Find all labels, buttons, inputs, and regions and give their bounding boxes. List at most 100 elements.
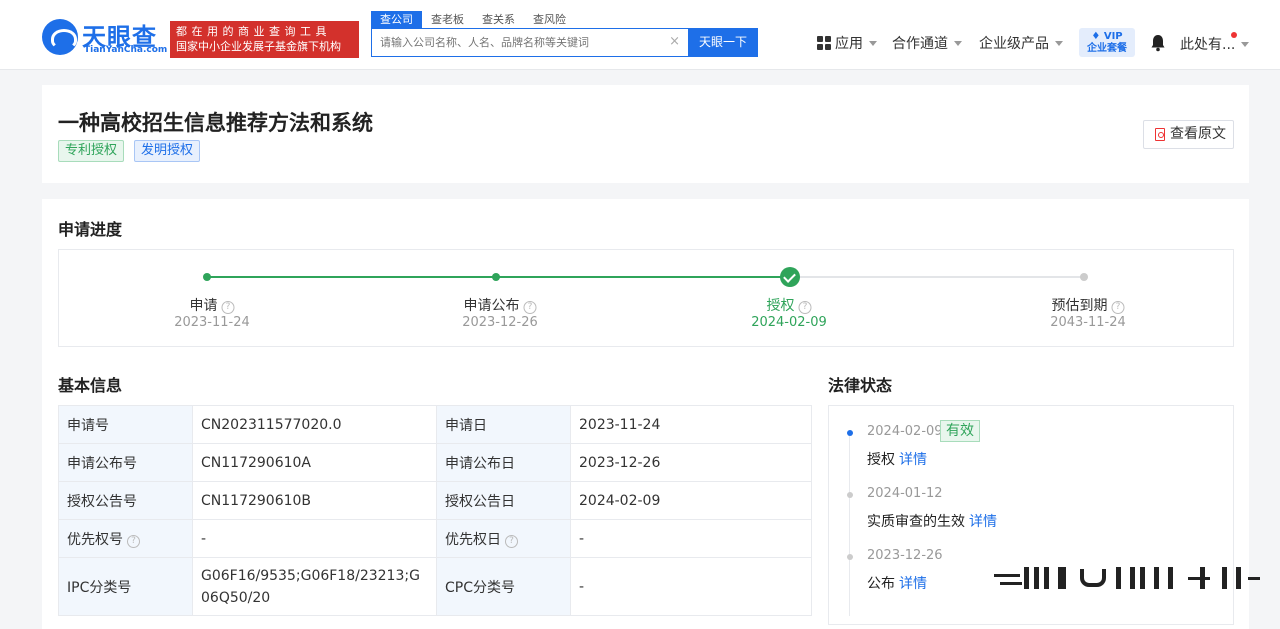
timeline-date: 2024-02-09 — [867, 424, 943, 439]
step-date-apply: 2023-11-24 — [174, 315, 250, 330]
detail-link[interactable]: 详情 — [899, 452, 927, 468]
step-dot-expire — [1080, 273, 1088, 281]
value-grant-no: CN117290610B — [192, 481, 437, 520]
detail-link[interactable]: 详情 — [899, 576, 927, 592]
progress-track-future — [790, 276, 1084, 278]
label-priority-no: 优先权号? — [58, 519, 193, 558]
help-icon[interactable]: ? — [505, 534, 518, 548]
value-grant-date: 2024-02-09 — [570, 481, 812, 520]
vip-package-label: 企业套餐 — [1087, 43, 1127, 54]
value-priority-date: - — [570, 519, 812, 558]
progress-stepper: 申请? 2023-11-24 申请公布? 2023-12-26 授权? 2024… — [58, 249, 1234, 347]
timeline-dot — [847, 492, 853, 498]
page-title: 一种高校招生信息推荐方法和系统 — [58, 111, 373, 135]
status-badge-valid: 有效 — [940, 420, 980, 442]
chevron-down-icon — [869, 40, 877, 46]
chevron-down-icon — [1241, 41, 1250, 47]
bell-icon[interactable] — [1150, 34, 1166, 52]
view-original-button[interactable]: 查看原文 — [1143, 120, 1234, 149]
basic-info-table: 申请号 CN202311577020.0 申请日 2023-11-24 申请公布… — [58, 405, 812, 616]
vip-label: ♦ VIP — [1091, 31, 1123, 42]
nav-enterprise-label: 企业级产品 — [979, 36, 1049, 52]
timeline-event: 实质审查的生效 详情 — [867, 514, 997, 530]
vip-badge-button[interactable]: ♦ VIP 企业套餐 — [1079, 28, 1135, 57]
chevron-down-icon — [1055, 40, 1063, 46]
label-application-no: 申请号 — [58, 405, 193, 444]
chevron-down-icon — [954, 40, 962, 46]
status-badge-invention-granted: 发明授权 — [134, 140, 201, 162]
label-publication-date: 申请公布日 — [436, 443, 571, 482]
status-badge-patent-granted: 专利授权 — [58, 140, 125, 162]
step-dot-publish — [492, 273, 500, 281]
value-application-no: CN202311577020.0 — [192, 405, 437, 444]
slogan-banner[interactable]: 都在用的商业查询工具 国家中小企业发展子基金旗下机构 — [170, 21, 359, 58]
view-original-label: 查看原文 — [1170, 126, 1226, 142]
step-label-apply: 申请? — [190, 295, 235, 315]
detail-link[interactable]: 详情 — [969, 514, 997, 530]
value-publication-date: 2023-12-26 — [570, 443, 812, 482]
step-label-publish: 申请公布? — [464, 295, 537, 315]
step-date-publish: 2023-12-26 — [462, 315, 538, 330]
timeline-event: 公布 详情 — [867, 576, 927, 592]
help-icon[interactable]: ? — [523, 301, 537, 314]
nav-apps[interactable]: 应用 — [817, 34, 877, 52]
basic-info-title: 基本信息 — [58, 376, 123, 395]
timeline-event: 授权 详情 — [867, 452, 927, 468]
tab-relation[interactable]: 查关系 — [473, 11, 524, 28]
timeline-line — [849, 436, 850, 616]
label-ipc: IPC分类号 — [58, 557, 193, 616]
table-row: 优先权号? - 优先权日? - — [58, 519, 812, 558]
timeline-dot — [847, 554, 853, 560]
user-menu[interactable]: 此处有... — [1180, 34, 1250, 54]
label-grant-no: 授权公告号 — [58, 481, 193, 520]
slogan-line-2: 国家中小企业发展子基金旗下机构 — [176, 40, 341, 53]
table-row: IPC分类号 G06F16/9535;G06F18/23213;G06Q50/2… — [58, 557, 812, 616]
label-priority-date: 优先权日? — [436, 519, 571, 558]
tab-company[interactable]: 查公司 — [371, 11, 422, 28]
logo[interactable]: 天眼查 TianYanCha.com — [42, 19, 167, 57]
value-priority-no: - — [192, 519, 437, 558]
clear-icon[interactable]: × — [669, 34, 680, 49]
table-row: 申请号 CN202311577020.0 申请日 2023-11-24 — [58, 405, 812, 444]
step-label-expire: 预估到期? — [1052, 295, 1125, 315]
step-date-expire: 2043-11-24 — [1050, 315, 1126, 330]
timeline-dot — [847, 430, 853, 436]
help-icon[interactable]: ? — [127, 534, 140, 548]
logo-eye-icon — [42, 19, 78, 55]
check-icon — [780, 267, 800, 287]
search-button[interactable]: 天眼一下 — [688, 28, 758, 57]
value-cpc: - — [570, 557, 812, 616]
tab-risk[interactable]: 查风险 — [524, 11, 575, 28]
pdf-icon — [1155, 128, 1165, 141]
value-application-date: 2023-11-24 — [570, 405, 812, 444]
search-box: × — [371, 28, 689, 57]
step-label-grant: 授权? — [767, 295, 812, 315]
user-name: 此处有... — [1180, 37, 1236, 53]
nav-enterprise[interactable]: 企业级产品 — [979, 34, 1063, 52]
help-icon[interactable]: ? — [1111, 301, 1125, 314]
tab-boss[interactable]: 查老板 — [422, 11, 473, 28]
search-input[interactable] — [372, 29, 662, 56]
step-date-grant: 2024-02-09 — [751, 315, 827, 330]
help-icon[interactable]: ? — [221, 301, 235, 314]
timeline-date: 2023-12-26 — [867, 548, 943, 563]
step-dot-apply — [203, 273, 211, 281]
legal-status-title: 法律状态 — [828, 376, 893, 395]
notification-dot — [1231, 32, 1237, 38]
table-row: 授权公告号 CN117290610B 授权公告日 2024-02-09 — [58, 481, 812, 520]
watermark-logo — [992, 560, 1262, 594]
label-publication-no: 申请公布号 — [58, 443, 193, 482]
value-publication-no: CN117290610A — [192, 443, 437, 482]
label-application-date: 申请日 — [436, 405, 571, 444]
timeline-date: 2024-01-12 — [867, 486, 943, 501]
nav-partner-label: 合作通道 — [892, 36, 948, 52]
label-grant-date: 授权公告日 — [436, 481, 571, 520]
label-cpc: CPC分类号 — [436, 557, 571, 616]
value-ipc: G06F16/9535;G06F18/23213;G06Q50/20 — [192, 557, 437, 616]
top-header: 天眼查 TianYanCha.com 都在用的商业查询工具 国家中小企业发展子基… — [0, 0, 1280, 70]
search-tabs: 查公司 查老板 查关系 查风险 — [371, 11, 575, 28]
nav-apps-label: 应用 — [835, 36, 863, 52]
nav-partner[interactable]: 合作通道 — [892, 34, 962, 52]
help-icon[interactable]: ? — [798, 301, 812, 314]
table-row: 申请公布号 CN117290610A 申请公布日 2023-12-26 — [58, 443, 812, 482]
